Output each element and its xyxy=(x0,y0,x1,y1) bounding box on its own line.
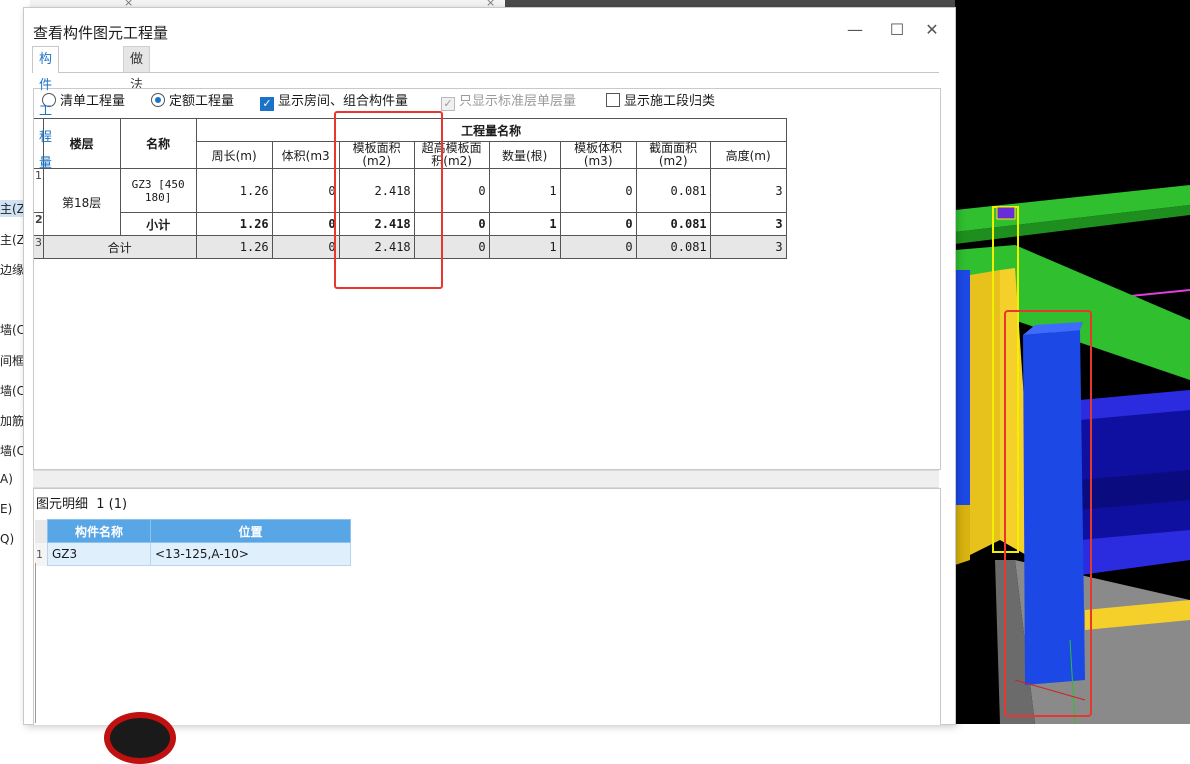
detail-panel: 图元明细 1 (1) 构件名称 位置 1 GZ3 <13-125,A-10> xyxy=(33,488,941,725)
header-quantity-group: 工程量名称 xyxy=(195,118,787,142)
detail-header-position[interactable]: 位置 xyxy=(150,519,351,543)
checkbox-unchecked-icon xyxy=(606,93,620,107)
header-floor[interactable]: 楼层 xyxy=(42,118,121,169)
cell-name[interactable]: GZ3 [450 180] xyxy=(119,168,197,213)
maximize-button[interactable]: ☐ xyxy=(886,20,908,39)
header-formwork-volume[interactable]: 模板体积(m3) xyxy=(559,141,637,169)
detail-count: 1 (1) xyxy=(96,497,128,512)
cell-total-label[interactable]: 合计 xyxy=(42,235,197,259)
checkbox-checked-icon: ✓ xyxy=(260,97,274,111)
header-volume[interactable]: 体积(m3 xyxy=(271,141,340,169)
cell-floor[interactable]: 第18层 xyxy=(42,168,121,236)
row-number: 2 xyxy=(34,212,44,236)
checkbox-checked-disabled-icon: ✓ xyxy=(441,97,455,111)
header-name[interactable]: 名称 xyxy=(119,118,197,169)
cell-value[interactable]: 0 xyxy=(271,235,340,259)
floating-record-icon[interactable] xyxy=(104,712,176,764)
detail-header-name[interactable]: 构件名称 xyxy=(47,519,151,543)
tab-method-quantity[interactable]: 做法工程量 xyxy=(123,46,151,171)
highlight-annotation xyxy=(334,111,443,289)
cell-value[interactable]: 1.26 xyxy=(195,235,273,259)
cell-value[interactable]: 0.081 xyxy=(635,168,711,213)
cell-value[interactable]: 0.081 xyxy=(635,235,711,259)
cell-value[interactable]: 3 xyxy=(709,168,787,213)
quantity-dialog: 查看构件图元工程量 — ☐ ✕ 构件工程量 做法工程量 清单工程量 定额工程量 … xyxy=(24,8,955,725)
checkbox-standard-floor[interactable]: ✓ 只显示标准层单层量 xyxy=(441,92,576,112)
cell-value[interactable]: 0 xyxy=(271,212,340,236)
cell-value[interactable]: 3 xyxy=(709,212,787,236)
cell-value[interactable]: 0.081 xyxy=(635,212,711,236)
cell-subtotal-label[interactable]: 小计 xyxy=(119,212,197,236)
cell-value[interactable]: 0 xyxy=(559,168,637,213)
checkbox-show-section[interactable]: 显示施工段归类 xyxy=(606,92,715,112)
detail-gutter xyxy=(35,563,40,723)
cell-value[interactable]: 0 xyxy=(559,212,637,236)
checkbox-show-room[interactable]: ✓ 显示房间、组合构件量 xyxy=(260,92,408,112)
radio-quota-quantity[interactable]: 定额工程量 xyxy=(151,92,234,112)
row-number: 3 xyxy=(34,235,44,259)
cell-value[interactable]: 1 xyxy=(488,212,561,236)
quantity-panel: 清单工程量 定额工程量 ✓ 显示房间、组合构件量 ✓ 只显示标准层单层量 显示施工段… xyxy=(33,88,941,470)
detail-row[interactable]: 1 GZ3 <13-125,A-10> xyxy=(35,542,351,566)
cell-value[interactable]: 1 xyxy=(488,235,561,259)
header-count[interactable]: 数量(根) xyxy=(488,141,561,169)
3d-viewport[interactable] xyxy=(955,0,1190,724)
header-section-area[interactable]: 截面面积(m2) xyxy=(635,141,711,169)
cell-value[interactable]: 0 xyxy=(559,235,637,259)
radio-on-icon xyxy=(151,93,165,107)
header-perimeter[interactable]: 周长(m) xyxy=(195,141,273,169)
tab-divider xyxy=(32,72,939,73)
cell-value[interactable]: 1.26 xyxy=(195,212,273,236)
cell-value[interactable]: 1.26 xyxy=(195,168,273,213)
minimize-button[interactable]: — xyxy=(844,20,866,39)
detail-title: 图元明细 1 (1) xyxy=(36,497,128,512)
detail-cell-name[interactable]: GZ3 xyxy=(47,542,151,566)
header-height[interactable]: 高度(m) xyxy=(709,141,787,169)
cell-value[interactable]: 1 xyxy=(488,168,561,213)
detail-table: 构件名称 位置 1 GZ3 <13-125,A-10> xyxy=(35,519,351,566)
detail-corner xyxy=(35,519,48,543)
close-button[interactable]: ✕ xyxy=(921,20,943,39)
cell-value[interactable]: 0 xyxy=(271,168,340,213)
tab-component-quantity[interactable]: 构件工程量 xyxy=(32,46,60,171)
radio-list-quantity[interactable]: 清单工程量 xyxy=(42,92,125,112)
detail-cell-position[interactable]: <13-125,A-10> xyxy=(150,542,351,566)
cell-value[interactable]: 3 xyxy=(709,235,787,259)
dialog-title: 查看构件图元工程量 xyxy=(33,24,169,42)
panel-splitter[interactable] xyxy=(33,470,939,488)
3d-model-render xyxy=(955,0,1190,724)
